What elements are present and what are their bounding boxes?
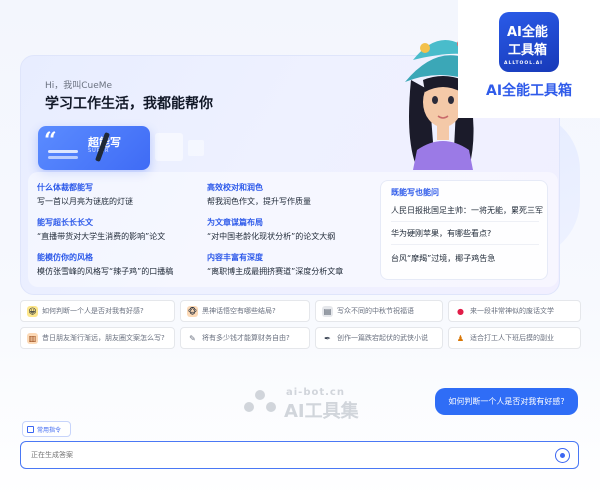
super-write-badge[interactable]: “ 超能写 SUPER — [38, 126, 150, 170]
hot-topics-title: 既能写也能问 — [391, 188, 439, 197]
feature-title: 为文章谋篇布局 — [207, 218, 263, 227]
logo-line3: ALLTOOL.AI — [504, 61, 543, 66]
hero-title: 学习工作生活，我都能帮你 — [45, 96, 213, 112]
chat-input[interactable] — [31, 448, 531, 462]
feature-title: 内容丰富有深度 — [207, 253, 263, 262]
feature-title: 能模仿你的风格 — [37, 253, 93, 262]
user-message-bubble: 如何判断一个人是否对我有好感? — [435, 388, 578, 415]
divider — [391, 244, 539, 245]
decorative-square — [188, 140, 204, 156]
feature-title: 什么体裁都能写 — [37, 183, 93, 192]
chip-text: 创作一篇跌宕起伏的武侠小说 — [337, 334, 428, 342]
notebook-icon: ▥ — [27, 332, 38, 344]
feature-item[interactable]: 为文章谋篇布局 “对中国老龄化现状分析”的论文大纲 — [207, 217, 335, 242]
monkey-icon: 🐵 — [187, 305, 198, 317]
feature-item[interactable]: 高效校对和润色 帮我润色作文，提升写作质量 — [207, 182, 311, 207]
feature-title: 能写超长长长文 — [37, 218, 93, 227]
watermark-logo-icon — [244, 390, 276, 412]
emoji-face-icon: 😀 — [27, 305, 38, 317]
send-icon — [560, 453, 565, 458]
chip-text: 适合打工人下班后摸的副业 — [470, 334, 554, 342]
send-button[interactable] — [555, 448, 570, 463]
doc-icon: ▤ — [322, 305, 333, 317]
feature-desc: 写一首以月亮为谜底的灯谜 — [37, 197, 133, 206]
chip-text: 写众不同的中秋节祝福语 — [337, 307, 414, 315]
hero-greeting: Hi，我叫CueMe — [45, 81, 113, 91]
hot-topics-card: 既能写也能问 人民日报批国足主帅：一将无能，累死三军 华为硬刚苹果，有哪些看点?… — [380, 180, 548, 280]
suggestion-chip[interactable]: ✎ 将有多少钱才能算财务自由? — [180, 327, 310, 349]
command-button-label: 常用指令 — [37, 426, 62, 434]
divider — [391, 221, 539, 222]
pen-icon: ✒ — [324, 333, 331, 343]
feature-desc: “对中国老龄化现状分析”的论文大纲 — [207, 232, 336, 241]
common-commands-button[interactable]: 常用指令 — [22, 421, 71, 437]
brand-logo-block: AI全能 工具箱 ALLTOOL.AI AI全能工具箱 — [458, 0, 600, 118]
chip-text: 如何判断一个人是否对我有好感? — [42, 307, 144, 315]
watermark-big-text: AI工具集 — [284, 401, 359, 422]
chip-text: 来一段非常神似的废话文学 — [470, 307, 554, 315]
worker-icon: ♟ — [456, 333, 465, 343]
decorative-square — [155, 133, 183, 161]
feature-item[interactable]: 什么体裁都能写 写一首以月亮为谜底的灯谜 — [37, 182, 133, 207]
feature-item[interactable]: 内容丰富有深度 “离职博主成最拥挤赛道”深度分析文章 — [207, 252, 343, 277]
command-icon — [27, 425, 34, 433]
money-icon: ✎ — [189, 333, 196, 343]
suggestion-chip[interactable]: 😀 如何判断一个人是否对我有好感? — [20, 300, 175, 322]
brand-logo-caption: AI全能工具箱 — [486, 83, 573, 99]
chip-text: 黑神话悟空有哪些结局? — [202, 307, 276, 315]
brand-logo-icon: AI全能 工具箱 ALLTOOL.AI — [499, 12, 559, 72]
suggestion-chip[interactable]: ♟ 适合打工人下班后摸的副业 — [448, 327, 581, 349]
logo-line2: 工具箱 — [508, 43, 548, 58]
feature-desc: 模仿张雪峰的风格写“辣子鸡”的口播稿 — [37, 267, 174, 276]
logo-line1: AI全能 — [507, 25, 548, 40]
suggestion-chip[interactable]: 🐵 黑神话悟空有哪些结局? — [180, 300, 310, 322]
feature-item[interactable]: 能写超长长长文 “直播带货对大学生消费的影响”论文 — [37, 217, 165, 242]
suggestion-chip[interactable]: ▤ 写众不同的中秋节祝福语 — [315, 300, 443, 322]
feature-desc: “直播带货对大学生消费的影响”论文 — [37, 232, 166, 241]
chip-text: 昔日朋友渐行渐远，朋友圈文案怎么写? — [42, 334, 165, 342]
hot-topic-item[interactable]: 人民日报批国足主帅：一将无能，累死三军 — [391, 205, 543, 216]
feature-desc: 帮我润色作文，提升写作质量 — [207, 197, 311, 206]
feature-item[interactable]: 能模仿你的风格 模仿张雪峰的风格写“辣子鸡”的口播稿 — [37, 252, 173, 277]
chat-input-box[interactable] — [20, 441, 579, 469]
hot-topic-item[interactable]: 台风“摩羯”过境，椰子鸡告急 — [391, 253, 495, 264]
chip-text: 将有多少钱才能算财务自由? — [202, 334, 290, 342]
hot-topic-item[interactable]: 华为硬刚苹果，有哪些看点? — [391, 228, 491, 239]
apple-icon: ● — [457, 306, 464, 316]
feature-title: 高效校对和润色 — [207, 183, 263, 192]
feature-desc: “离职博主成最拥挤赛道”深度分析文章 — [207, 267, 344, 276]
watermark: ai-bot.cn AI工具集 — [240, 387, 359, 422]
text-lines-icon — [48, 150, 78, 153]
suggestion-chip[interactable]: ● 来一段非常神似的废话文学 — [448, 300, 581, 322]
suggestion-chip[interactable]: ▥ 昔日朋友渐行渐远，朋友圈文案怎么写? — [20, 327, 175, 349]
suggestion-chip[interactable]: ✒ 创作一篇跌宕起伏的武侠小说 — [315, 327, 443, 349]
